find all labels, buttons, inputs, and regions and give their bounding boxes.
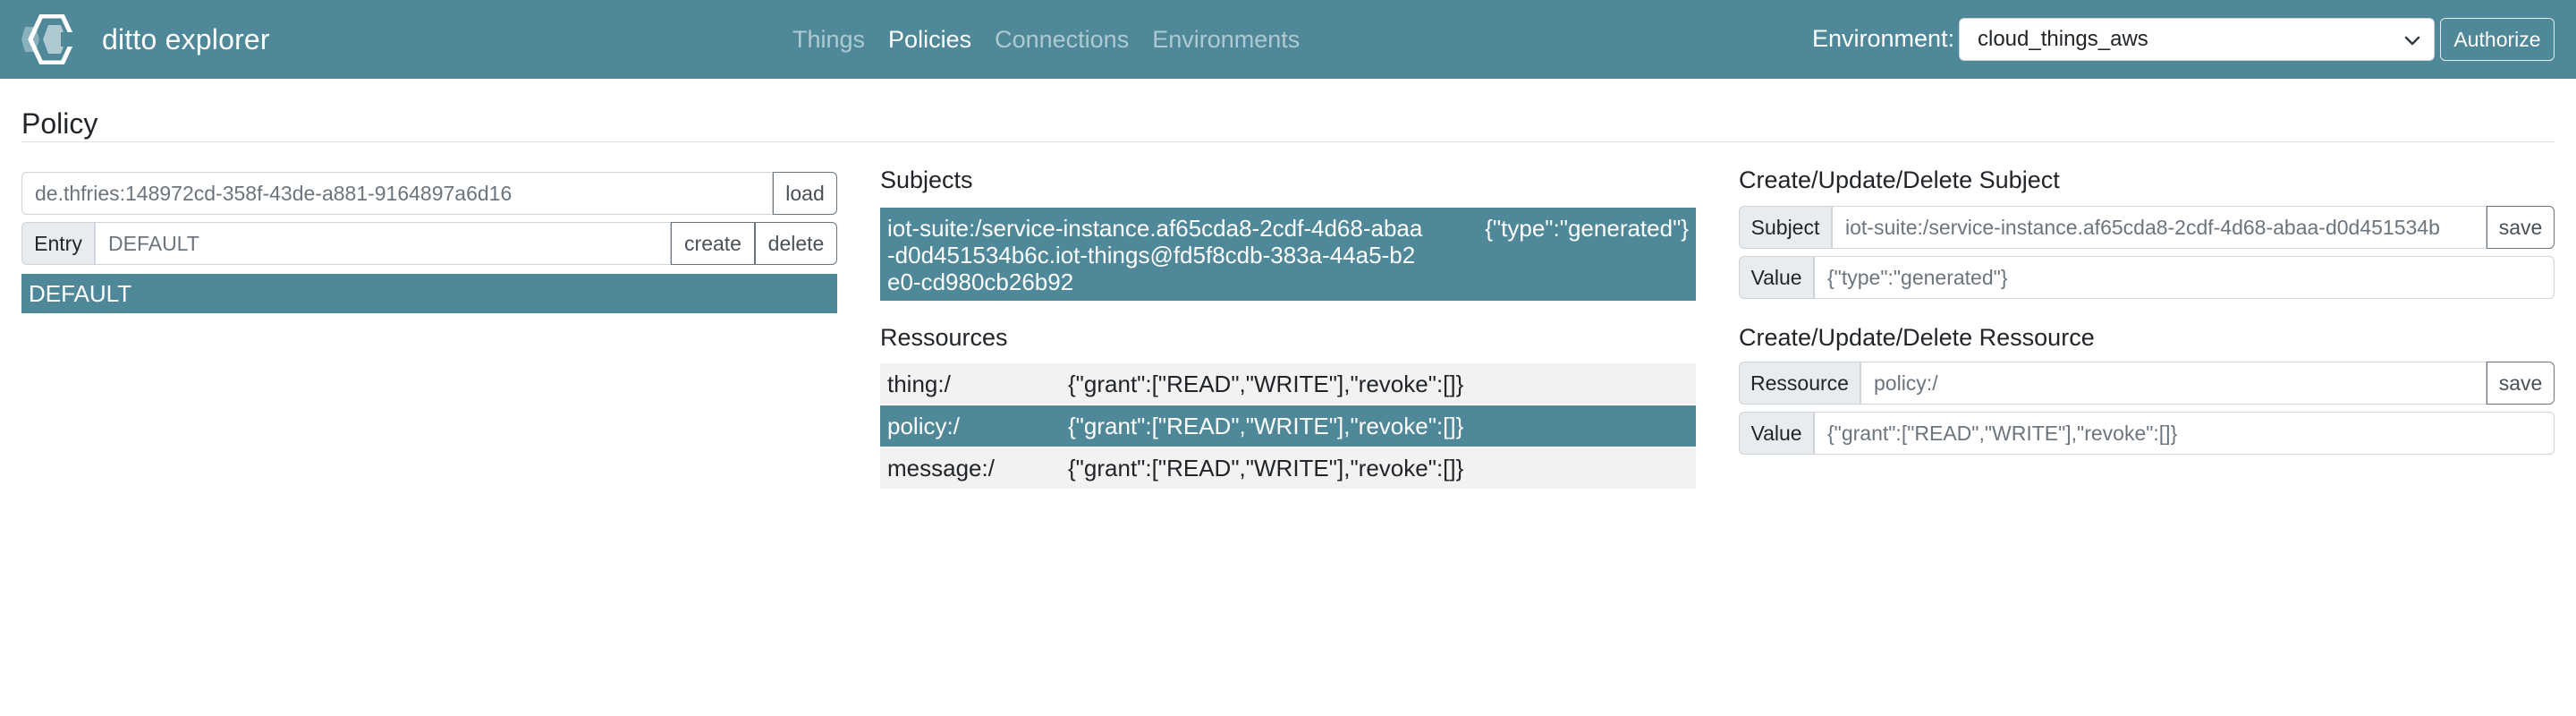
resource-value: {"grant":["READ","WRITE"],"revoke":[]} bbox=[1068, 413, 1464, 439]
resource-row[interactable]: policy:/ {"grant":["READ","WRITE"],"revo… bbox=[880, 405, 1696, 447]
subject-row[interactable]: iot-suite:/service-instance.af65cda8-2cd… bbox=[880, 208, 1696, 301]
subject-editor-heading: Create/Update/Delete Subject bbox=[1739, 166, 2060, 193]
resource-value: {"grant":["READ","WRITE"],"revoke":[]} bbox=[1068, 455, 1464, 482]
resource-field-label: Ressource bbox=[1739, 362, 1860, 405]
app-title: ditto explorer bbox=[102, 22, 270, 55]
create-button[interactable]: create bbox=[671, 222, 755, 265]
brand[interactable]: ditto explorer bbox=[21, 14, 270, 64]
load-button[interactable]: load bbox=[773, 172, 837, 215]
nav-things[interactable]: Things bbox=[792, 26, 865, 54]
subjects-heading: Subjects bbox=[880, 166, 973, 193]
resource-input[interactable]: policy:/ bbox=[1860, 362, 2487, 405]
resource-key: message:/ bbox=[887, 455, 995, 482]
resources-heading: Ressources bbox=[880, 324, 1008, 351]
subject-value-input[interactable]: {"type":"generated"} bbox=[1814, 256, 2555, 299]
resource-key: policy:/ bbox=[887, 413, 960, 439]
ditto-logo-icon bbox=[21, 14, 80, 64]
subject-field-label: Subject bbox=[1739, 206, 1832, 249]
nav-connections[interactable]: Connections bbox=[995, 26, 1129, 54]
chevron-down-icon bbox=[2404, 36, 2420, 46]
main-nav: Things Policies Connections Environments bbox=[792, 21, 1323, 57]
title-divider bbox=[21, 141, 2555, 142]
environment-label: Environment: bbox=[1812, 25, 1955, 52]
nav-environments[interactable]: Environments bbox=[1152, 26, 1300, 54]
resource-row[interactable]: message:/ {"grant":["READ","WRITE"],"rev… bbox=[880, 448, 1696, 489]
save-subject-button[interactable]: save bbox=[2487, 206, 2555, 249]
save-resource-button[interactable]: save bbox=[2487, 362, 2555, 405]
navbar: ditto explorer Things Policies Connectio… bbox=[0, 0, 2576, 79]
delete-button[interactable]: delete bbox=[755, 222, 837, 265]
environment-select[interactable]: cloud_things_aws bbox=[1959, 18, 2435, 61]
subject-key: iot-suite:/service-instance.af65cda8-2cd… bbox=[887, 215, 1423, 295]
resource-value-input[interactable]: {"grant":["READ","WRITE"],"revoke":[]} bbox=[1814, 412, 2555, 455]
authorize-button[interactable]: Authorize bbox=[2440, 18, 2555, 61]
subject-value-label: Value bbox=[1739, 256, 1814, 299]
subject-value: {"type":"generated"} bbox=[1485, 215, 1689, 242]
resource-value-label: Value bbox=[1739, 412, 1814, 455]
page-title: Policy bbox=[21, 107, 98, 140]
nav-policies[interactable]: Policies bbox=[888, 26, 971, 54]
resource-editor-heading: Create/Update/Delete Ressource bbox=[1739, 324, 2095, 351]
resource-key: thing:/ bbox=[887, 371, 951, 397]
subject-input[interactable]: iot-suite:/service-instance.af65cda8-2cd… bbox=[1832, 206, 2487, 249]
policy-id-input[interactable]: de.thfries:148972cd-358f-43de-a881-91648… bbox=[21, 172, 773, 215]
resource-value: {"grant":["READ","WRITE"],"revoke":[]} bbox=[1068, 371, 1464, 397]
environment-selected-value: cloud_things_aws bbox=[1978, 27, 2148, 51]
resource-row[interactable]: thing:/ {"grant":["READ","WRITE"],"revok… bbox=[880, 363, 1696, 405]
entry-input[interactable]: DEFAULT bbox=[95, 222, 671, 265]
entry-label: Entry bbox=[21, 222, 95, 265]
entry-list-item[interactable]: DEFAULT bbox=[21, 274, 837, 313]
